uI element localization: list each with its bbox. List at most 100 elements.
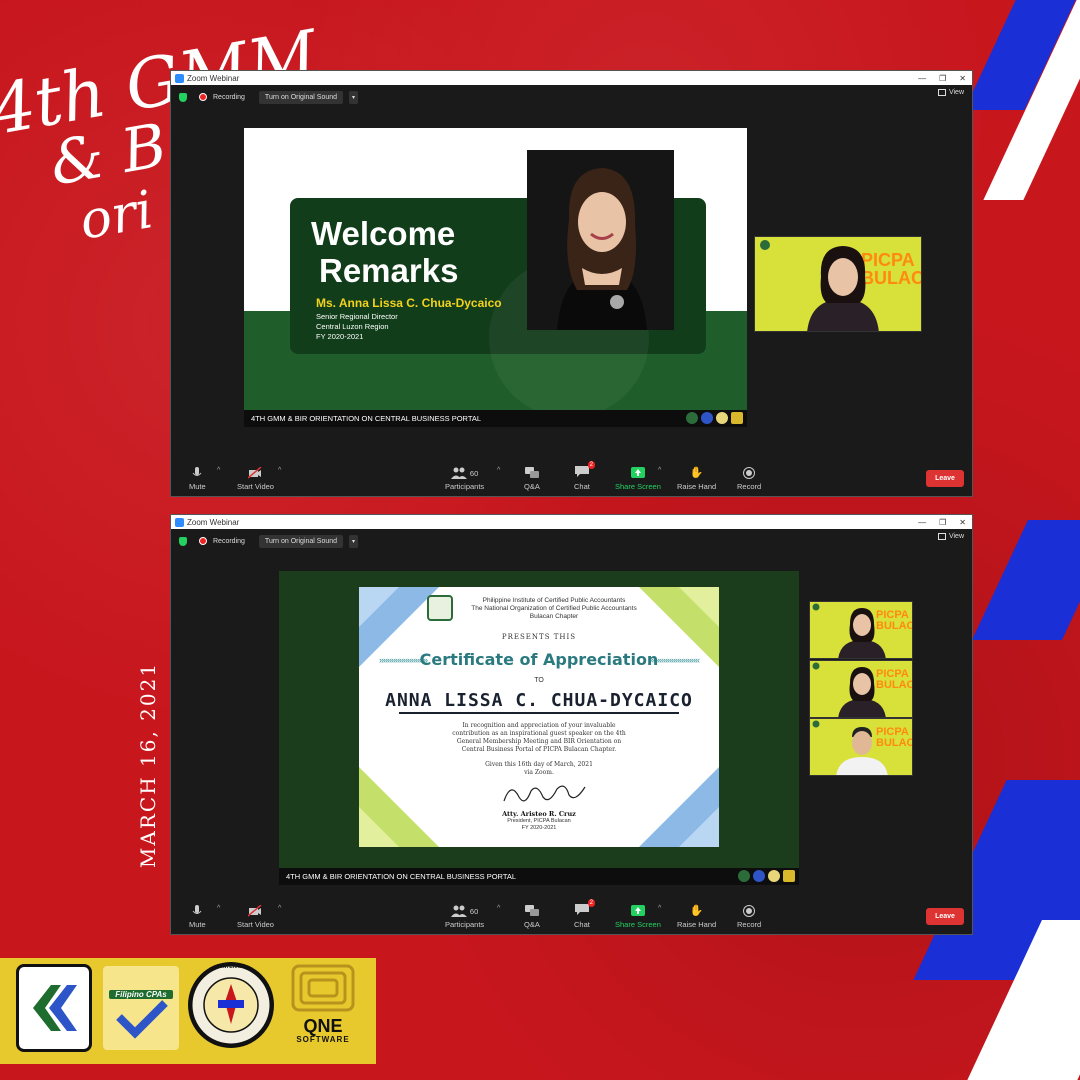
- record-label: Record: [737, 482, 762, 491]
- slide-speaker-role1: Senior Regional Director: [316, 312, 398, 321]
- record-label: Record: [737, 920, 762, 929]
- filipino-cpas-icon: [753, 870, 765, 882]
- qa-button[interactable]: Q&A: [524, 467, 540, 491]
- cert-signatory-title: President, PICPA Bulacan: [507, 818, 571, 824]
- chat-icon: [574, 904, 589, 915]
- bir-seal-text: BUREAU OF INTERNAL REVENUE: [190, 964, 272, 970]
- restore-icon[interactable]: ❐: [939, 74, 946, 83]
- record-button[interactable]: Record: [737, 467, 761, 491]
- participants-button[interactable]: 60 Participants: [445, 905, 484, 929]
- mute-options-caret[interactable]: ^: [217, 905, 220, 912]
- window-title: Zoom Webinar: [187, 517, 240, 527]
- meeting-toolbar: Mute ^ Start Video ^ 60 Participants ^ Q…: [171, 460, 972, 496]
- original-sound-button[interactable]: Turn on Original Sound: [258, 90, 344, 104]
- qne-logo-icon: [291, 964, 355, 1012]
- close-icon[interactable]: ✕: [959, 74, 966, 83]
- participants-options-caret[interactable]: ^: [497, 467, 500, 474]
- meeting-topbar: Recording Turn on Original Sound ▾ View: [171, 529, 972, 553]
- minimize-icon[interactable]: —: [918, 74, 926, 83]
- security-shield-icon[interactable]: [179, 536, 187, 546]
- participants-button[interactable]: 60 Participants: [445, 467, 484, 491]
- chat-button[interactable]: 2 Chat: [574, 899, 595, 929]
- start-video-label: Start Video: [237, 920, 274, 929]
- share-screen-button[interactable]: Share Screen: [615, 905, 661, 929]
- share-options-caret[interactable]: ^: [658, 467, 661, 474]
- qne-logo-icon: [731, 412, 743, 424]
- picpa-logo-icon: [686, 412, 698, 424]
- participant-avatar-icon: [760, 240, 879, 331]
- participant-video-tile[interactable]: PICPA BULACAN: [809, 718, 913, 776]
- cert-signatory: Atty. Aristeo R. Cruz: [502, 810, 576, 818]
- cert-org-line3: Bulacan Chapter: [529, 613, 579, 620]
- leave-button[interactable]: Leave: [926, 908, 964, 925]
- start-video-button[interactable]: Start Video: [237, 905, 274, 929]
- mute-button[interactable]: Mute: [189, 467, 206, 491]
- slide-banner: 4TH GMM & BIR ORIENTATION ON CENTRAL BUS…: [279, 868, 799, 885]
- chat-button[interactable]: 2 Chat: [574, 461, 595, 491]
- cert-given-line2: via Zoom.: [524, 769, 554, 776]
- share-screen-label: Share Screen: [615, 482, 661, 491]
- video-options-caret[interactable]: ^: [278, 467, 281, 474]
- banner-text: 4TH GMM & BIR ORIENTATION ON CENTRAL BUS…: [251, 414, 482, 423]
- view-button[interactable]: View: [937, 89, 964, 96]
- mute-label: Mute: [189, 920, 206, 929]
- slide-speaker-role3: FY 2020-2021: [316, 332, 364, 341]
- record-button[interactable]: Record: [737, 905, 761, 929]
- raise-hand-label: Raise Hand: [677, 920, 717, 929]
- recording-icon: [199, 93, 207, 101]
- leave-button[interactable]: Leave: [926, 470, 964, 487]
- picpa-logo-icon: [738, 870, 750, 882]
- participants-options-caret[interactable]: ^: [497, 905, 500, 912]
- certificate: Philippine Institute of Certified Public…: [359, 587, 719, 847]
- filipino-cpas-logo: Filipino CPAs: [103, 966, 179, 1050]
- cert-org-line2: The National Organization of Certified P…: [471, 605, 637, 612]
- start-video-button[interactable]: Start Video: [237, 467, 274, 491]
- filipino-cpas-label: Filipino CPAs: [109, 990, 173, 999]
- view-button[interactable]: View: [937, 533, 964, 540]
- cert-body-line4: Central Business Portal of PICPA Bulacan…: [461, 746, 617, 753]
- banner-text: 4TH GMM & BIR ORIENTATION ON CENTRAL BUS…: [286, 872, 517, 881]
- participant-video-tile[interactable]: PICPA BULACAN: [754, 236, 922, 332]
- participant-video-tile[interactable]: PICPA BULACAN: [809, 660, 913, 718]
- share-options-caret[interactable]: ^: [658, 905, 661, 912]
- raise-hand-icon: ✋: [689, 467, 704, 479]
- event-date: MARCH 16, 2021: [136, 661, 160, 869]
- qa-icon: [524, 905, 539, 916]
- restore-icon[interactable]: ❐: [939, 518, 946, 527]
- slide-heading: Welcome Remarks: [311, 215, 458, 289]
- raise-hand-button[interactable]: ✋ Raise Hand: [677, 905, 716, 929]
- participant-count: 60: [469, 468, 479, 478]
- zoom-window-bottom: Zoom Webinar — ❐ ✕ Recording Turn on Ori…: [170, 514, 973, 935]
- participant-video-tile[interactable]: PICPA BULACAN: [809, 601, 913, 659]
- signature-icon: [503, 785, 586, 802]
- microphone-icon: [192, 905, 202, 914]
- security-shield-icon[interactable]: [179, 92, 187, 102]
- chevron-down-icon[interactable]: ▾: [349, 534, 359, 548]
- participant-avatar-icon: [812, 603, 886, 658]
- mute-button[interactable]: Mute: [189, 905, 206, 929]
- slide-speaker-name: Ms. Anna Lissa C. Chua-Dycaico: [316, 296, 502, 310]
- participants-icon: [450, 467, 467, 479]
- meeting-toolbar: Mute ^ Start Video ^ 60 Participants ^ Q…: [171, 898, 972, 934]
- cert-body-line3: General Membership Meeting and BIR Orien…: [456, 738, 622, 745]
- share-screen-button[interactable]: Share Screen: [615, 467, 661, 491]
- recording-label: Recording: [213, 93, 245, 101]
- qa-icon: [524, 467, 539, 478]
- zoom-logo-icon: [175, 73, 184, 83]
- chevron-down-icon[interactable]: ▾: [349, 90, 359, 104]
- mute-label: Mute: [189, 482, 206, 491]
- cert-signatory-fy: FY 2020-2021: [521, 825, 557, 831]
- close-icon[interactable]: ✕: [959, 518, 966, 527]
- original-sound-button[interactable]: Turn on Original Sound: [258, 534, 344, 548]
- mute-options-caret[interactable]: ^: [217, 467, 220, 474]
- minimize-icon[interactable]: —: [918, 518, 926, 527]
- raise-hand-button[interactable]: ✋ Raise Hand: [677, 467, 716, 491]
- video-options-caret[interactable]: ^: [278, 905, 281, 912]
- grid-icon: [937, 533, 946, 540]
- qa-button[interactable]: Q&A: [524, 905, 540, 929]
- recording-icon: [199, 537, 207, 545]
- video-off-icon: [248, 467, 262, 479]
- qne-label: QNE: [303, 1016, 343, 1036]
- record-icon: [743, 467, 756, 479]
- slide-heading-line1: Welcome: [311, 215, 456, 252]
